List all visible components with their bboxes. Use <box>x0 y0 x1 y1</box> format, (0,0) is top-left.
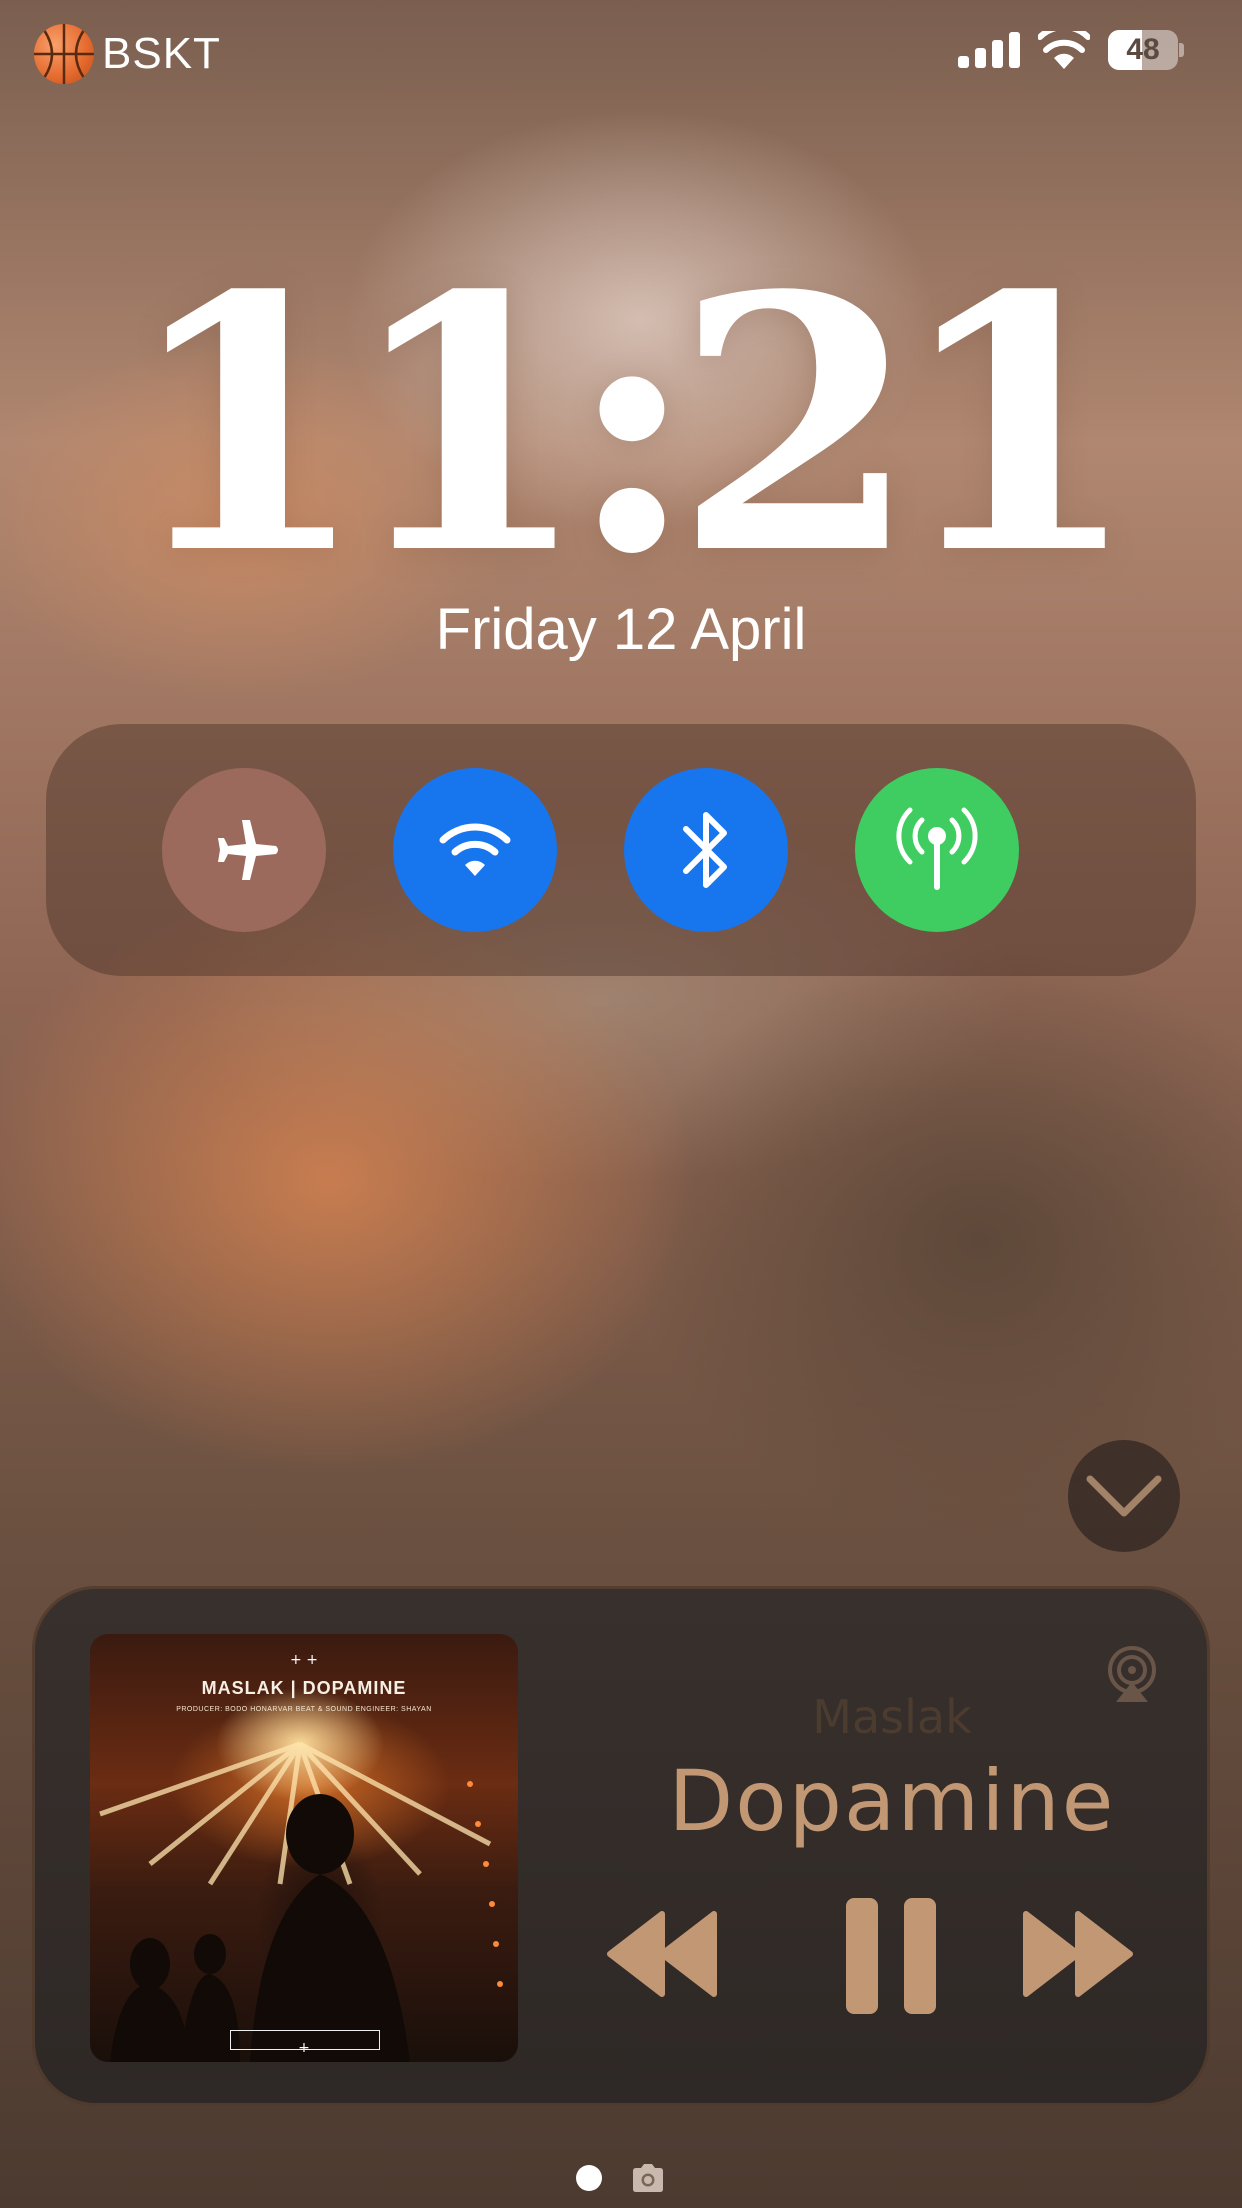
wifi-toggle[interactable] <box>393 768 557 932</box>
pause-icon[interactable] <box>844 1896 938 2016</box>
battery-percent: 48 <box>1126 33 1160 66</box>
battery-indicator: 48 <box>1108 30 1184 70</box>
airplane-mode-toggle[interactable] <box>162 768 326 932</box>
airplane-icon <box>218 820 278 880</box>
connectivity-widget <box>46 724 1196 976</box>
playback-controls <box>606 1896 1166 2016</box>
status-icons: 48 <box>958 30 1184 70</box>
track-artist: Maslak <box>812 1690 972 1744</box>
carrier-name: BSKT <box>102 29 221 78</box>
cellular-data-toggle[interactable] <box>855 768 1019 932</box>
chevron-down-icon <box>1086 1475 1162 1517</box>
lock-screen-clock: 11:21 <box>124 219 1139 631</box>
bluetooth-icon <box>683 812 727 888</box>
lock-screen-date: Friday 12 April <box>435 597 807 662</box>
bluetooth-toggle[interactable] <box>624 768 788 932</box>
cellular-signal-icon <box>958 32 1020 68</box>
wifi-icon <box>439 823 511 876</box>
antenna-icon <box>896 807 978 890</box>
track-title: Dopamine <box>668 1752 1116 1850</box>
album-artwork[interactable]: + + + MASLAK | DOPAMINE PRODUCER: BODO H… <box>90 1634 518 2062</box>
now-playing-widget: + + + MASLAK | DOPAMINE PRODUCER: BODO H… <box>32 1586 1210 2106</box>
basketball-icon <box>34 24 94 84</box>
artwork-credits: PRODUCER: BODO HONARVAR BEAT & SOUND ENG… <box>176 1706 432 1713</box>
status-bar: BSKT 48 <box>0 0 1242 110</box>
wifi-icon <box>1038 31 1090 69</box>
collapse-player-button[interactable] <box>1068 1440 1180 1552</box>
artwork-title: MASLAK | DOPAMINE <box>201 1678 407 1698</box>
page-indicator <box>0 2160 1242 2196</box>
camera-icon[interactable] <box>630 2163 666 2193</box>
parental-advisory-label <box>230 2030 380 2050</box>
fast-forward-icon[interactable] <box>1022 1904 1134 2004</box>
page-dot-icon[interactable] <box>576 2165 602 2191</box>
carrier: BSKT <box>34 24 221 84</box>
rewind-icon[interactable] <box>606 1904 718 2004</box>
svg-text:+ +: + + <box>290 1652 318 1668</box>
